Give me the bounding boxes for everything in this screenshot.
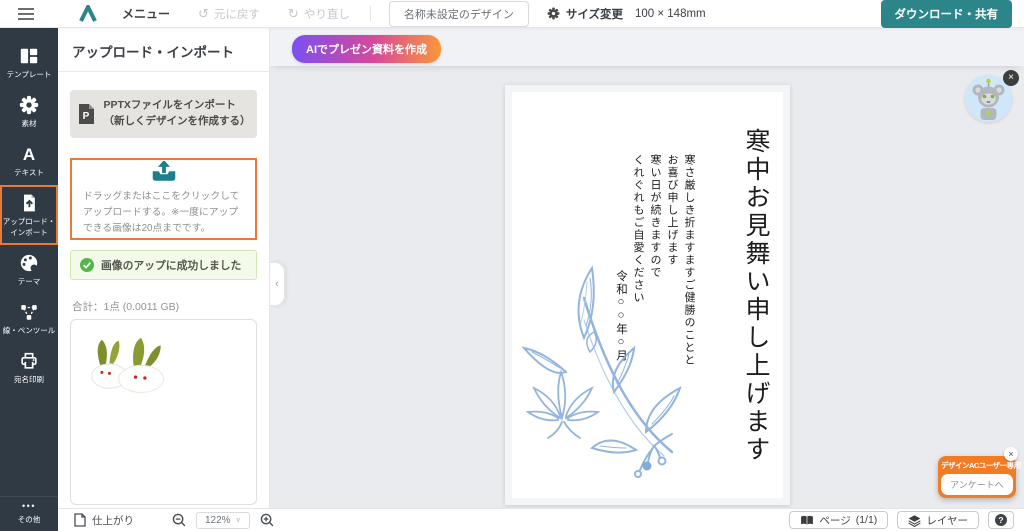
pages-button[interactable]: ページ (1/1) [789,511,888,529]
panel-collapse-handle[interactable]: ‹ [270,262,285,306]
design-name-input[interactable]: 名称未設定のデザイン [389,1,529,27]
download-share-button[interactable]: ダウンロード・共有 [881,0,1013,28]
hamburger-menu-icon[interactable] [0,8,52,20]
menu-button[interactable]: メニュー [108,5,184,22]
pptx-button-line2: （新しくデザインを作成する） [104,114,251,130]
chevron-left-icon: ‹ [275,278,279,290]
card-title-text[interactable]: 寒中お見舞い申し上げます [737,128,773,464]
card-body-line[interactable]: お喜び申し上げます [664,154,680,267]
template-icon [19,46,39,66]
assistant-close-button[interactable]: × [1003,70,1019,86]
finish-view-button[interactable]: 仕上がり [74,513,134,528]
survey-close-button[interactable]: × [1004,447,1018,461]
sidebar-item-pen-tool[interactable]: 線・ペンツール [0,294,58,343]
top-toolbar: メニュー ↺ 元に戻す ↻ やり直し 名称未設定のデザイン サイズ変更 100 … [0,0,1024,28]
uploaded-images-list [70,319,257,506]
layers-icon [908,514,921,527]
upload-import-panel: アップロード・インポート P PPTXファイルをインポート （新しくデザインを作… [58,28,270,508]
survey-link-button[interactable]: アンケートへ [941,474,1013,495]
printer-icon [19,351,39,371]
survey-popup: デザインACユーザー専用 アンケートへ × [938,456,1016,498]
snow-rabbits-image [87,335,171,393]
pen-nodes-icon [19,302,39,322]
finish-label: 仕上がり [92,513,134,528]
zoom-in-icon [260,513,274,527]
bottom-toolbar: 仕上がり 122% ∨ ページ (1/1) レイヤー ? [58,508,1024,531]
left-sidebar: テンプレート 素材 A テキスト アップロード・インポート テーマ 線・ペンツー… [0,28,58,531]
close-icon: × [1008,72,1014,83]
svg-text:P: P [82,111,89,122]
pptx-file-icon: P [77,103,96,125]
design-editor-app: メニュー ↺ 元に戻す ↻ やり直し 名称未設定のデザイン サイズ変更 100 … [0,0,1024,531]
sidebar-item-theme[interactable]: テーマ [0,245,58,294]
layers-label: レイヤー [926,513,968,528]
file-upload-icon [19,193,39,213]
pages-label: ページ [819,513,850,528]
uploads-total-label: 合計：1点 (0.0011 GB) [72,299,255,314]
pages-count: (1/1) [856,514,878,526]
text-icon: A [19,144,39,164]
sidebar-item-materials[interactable]: 素材 [0,87,58,136]
design-card-page: 寒中お見舞い申し上げます 寒さ厳しき折ますますご健勝のことと お喜び申し上げます… [512,92,783,498]
palette-icon [19,253,39,273]
layers-button[interactable]: レイヤー [897,511,979,529]
chevron-down-icon: ∨ [236,516,241,524]
upload-tray-icon [150,160,178,183]
uploaded-image-thumbnail[interactable] [87,335,171,398]
check-circle-icon [80,258,94,272]
resize-button[interactable]: サイズ変更 [541,6,629,22]
survey-popup-header: デザインACユーザー専用 [941,459,1013,474]
app-logo-icon[interactable] [78,5,98,22]
undo-button[interactable]: ↺ 元に戻す [184,6,274,22]
zoom-level-value: 122% [205,515,231,526]
close-icon: × [1008,449,1013,459]
ai-presentation-button[interactable]: AIでプレゼン資料を作成 [292,35,441,63]
gear-icon [547,7,560,20]
pptx-button-line1: PPTXファイルをインポート [104,98,251,114]
svg-text:A: A [23,145,35,164]
help-button[interactable]: ? [988,511,1014,529]
toolbar-divider [370,6,371,21]
pptx-import-button[interactable]: P PPTXファイルをインポート （新しくデザインを作成する） [70,90,257,138]
redo-button[interactable]: ↻ やり直し [274,6,364,22]
sidebar-item-address-print[interactable]: 宛名印刷 [0,343,58,392]
zoom-level-dropdown[interactable]: 122% ∨ [196,512,250,529]
zoom-in-button[interactable] [256,513,278,527]
more-dots-icon: ••• [22,502,36,511]
panel-title: アップロード・インポート [58,28,269,72]
sidebar-item-text[interactable]: A テキスト [0,136,58,185]
sidebar-item-template[interactable]: テンプレート [0,38,58,87]
book-icon [800,515,814,526]
zoom-out-button[interactable] [168,513,190,527]
gear-icon [19,95,39,115]
success-message: 画像のアップに成功しました [101,257,241,273]
canvas-size-value: 100 × 148mm [635,8,706,20]
help-icon: ? [995,514,1007,526]
redo-icon: ↻ [288,7,299,20]
dropzone-instructions: ドラッグまたはここをクリックしてアップロードする。※一度にアップできる画像は20… [72,189,255,237]
upload-success-banner: 画像のアップに成功しました [70,250,257,280]
canvas-area: AIでプレゼン資料を作成 寒中お見舞い申し上げます 寒さ厳しき折ますますご健勝の… [270,28,1024,508]
sidebar-item-more[interactable]: ••• その他 [0,496,58,531]
flower-illustration [514,260,684,488]
undo-label: 元に戻す [214,6,260,22]
zoom-out-icon [172,513,186,527]
design-card[interactable]: 寒中お見舞い申し上げます 寒さ厳しき折ますますご健勝のことと お喜び申し上げます… [505,85,790,505]
undo-icon: ↺ [198,7,209,20]
redo-label: やり直し [304,6,350,22]
sidebar-item-upload-import[interactable]: アップロード・インポート [0,185,58,244]
upload-dropzone[interactable]: ドラッグまたはここをクリックしてアップロードする。※一度にアップできる画像は20… [70,158,257,240]
page-icon [74,513,86,527]
resize-label: サイズ変更 [566,6,623,22]
